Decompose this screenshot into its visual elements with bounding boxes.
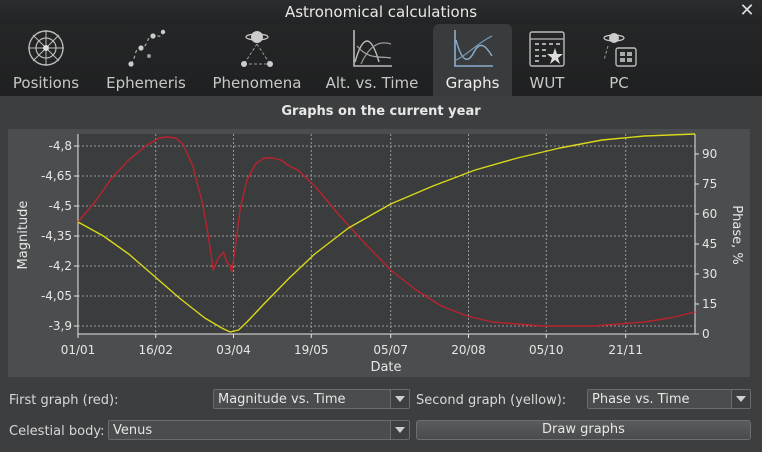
y2-tick-label: 15 xyxy=(702,297,717,311)
draw-graphs-button[interactable]: Draw graphs xyxy=(416,420,751,440)
y2-tick-label: 60 xyxy=(702,207,717,221)
tab-pc[interactable]: PC xyxy=(588,24,650,96)
astronomical-calculations-window: Astronomical calculations ✕ Positions Ep… xyxy=(0,0,762,452)
celestial-body-value: Venus xyxy=(113,423,153,438)
celestial-body-select[interactable]: Venus xyxy=(108,420,410,440)
tab-bar: Positions Ephemeris Phenomena Alt. vs. T… xyxy=(0,24,762,96)
graph-title: Graphs on the current year xyxy=(281,104,481,119)
y2-tick-label: 75 xyxy=(702,177,717,191)
x-tick-label: 19/05 xyxy=(294,343,329,357)
tab-wut-label: WUT xyxy=(529,74,565,92)
y-tick-label: -3,9 xyxy=(49,319,72,333)
y-tick-label: -4,35 xyxy=(41,229,72,243)
x-axis-label: Date xyxy=(370,360,401,375)
second-graph-select[interactable]: Phase vs. Time xyxy=(587,389,751,409)
ephemeris-icon xyxy=(128,29,166,67)
y2-tick-label: 30 xyxy=(702,267,717,281)
tab-pc-label: PC xyxy=(609,74,629,92)
tab-positions-label: Positions xyxy=(12,74,80,92)
y-axis-label: Magnitude xyxy=(16,201,31,270)
y-tick-label: -4,65 xyxy=(41,169,72,183)
first-graph-label: First graph (red): xyxy=(9,393,119,408)
x-tick-label: 20/08 xyxy=(451,343,486,357)
y-tick-label: -4,05 xyxy=(41,289,72,303)
y2-tick-label: 90 xyxy=(702,147,717,161)
plot-area xyxy=(78,134,695,334)
phenomena-icon xyxy=(241,31,273,67)
graph-panel: 01/01 16/02 03/04 19/05 05/07 20/08 05/10 21/11… xyxy=(8,129,750,377)
window-title: Astronomical calculations xyxy=(284,3,478,21)
second-graph-value: Phase vs. Time xyxy=(592,392,690,407)
first-graph-value: Magnitude vs. Time xyxy=(218,392,346,407)
tab-phenomena-label: Phenomena xyxy=(212,74,302,92)
tab-positions[interactable]: Positions xyxy=(2,24,90,96)
tab-wut[interactable]: WUT xyxy=(516,24,578,96)
celestial-body-label: Celestial body: xyxy=(9,424,105,439)
x-tick-label: 03/04 xyxy=(216,343,251,357)
tab-alt-vs-time-label: Alt. vs. Time xyxy=(325,74,419,92)
second-graph-label: Second graph (yellow): xyxy=(416,393,567,408)
wut-icon xyxy=(529,31,565,67)
alt-vs-time-icon xyxy=(353,30,392,67)
y2-tick-label: 45 xyxy=(702,237,717,251)
graph-chart: 01/01 16/02 03/04 19/05 05/07 20/08 05/10 21/11… xyxy=(16,133,744,375)
tab-phenomena[interactable]: Phenomena xyxy=(206,24,308,96)
close-icon[interactable]: ✕ xyxy=(738,2,756,20)
first-graph-select[interactable]: Magnitude vs. Time xyxy=(213,389,410,409)
chevron-down-icon[interactable] xyxy=(390,421,409,439)
y-tick-label: -4,2 xyxy=(49,259,72,273)
x-tick-label: 16/02 xyxy=(138,343,173,357)
pc-icon xyxy=(603,33,637,67)
tab-graphs[interactable]: Graphs xyxy=(433,24,512,96)
x-tick-label: 05/07 xyxy=(373,343,408,357)
tab-alt-vs-time[interactable]: Alt. vs. Time xyxy=(318,24,426,96)
y-tick-label: -4,5 xyxy=(49,199,72,213)
tab-graphs-label: Graphs xyxy=(445,74,500,92)
graphs-icon xyxy=(453,30,493,67)
positions-icon xyxy=(28,30,64,66)
tab-ephemeris-label: Ephemeris xyxy=(106,74,186,92)
x-tick-label: 01/01 xyxy=(61,343,96,357)
graphs-page: Graphs on the current year 01/01 16/02 03/… xyxy=(0,96,762,452)
x-tick-label: 05/10 xyxy=(529,343,564,357)
x-tick-label: 21/11 xyxy=(608,343,643,357)
tab-ephemeris[interactable]: Ephemeris xyxy=(100,24,192,96)
y2-tick-label: 0 xyxy=(702,327,710,341)
chevron-down-icon[interactable] xyxy=(390,390,409,408)
chevron-down-icon[interactable] xyxy=(731,390,750,408)
y-tick-label: -4,8 xyxy=(49,139,72,153)
y2-axis-label: Phase, % xyxy=(729,205,744,264)
title-bar[interactable]: Astronomical calculations ✕ xyxy=(0,0,762,24)
